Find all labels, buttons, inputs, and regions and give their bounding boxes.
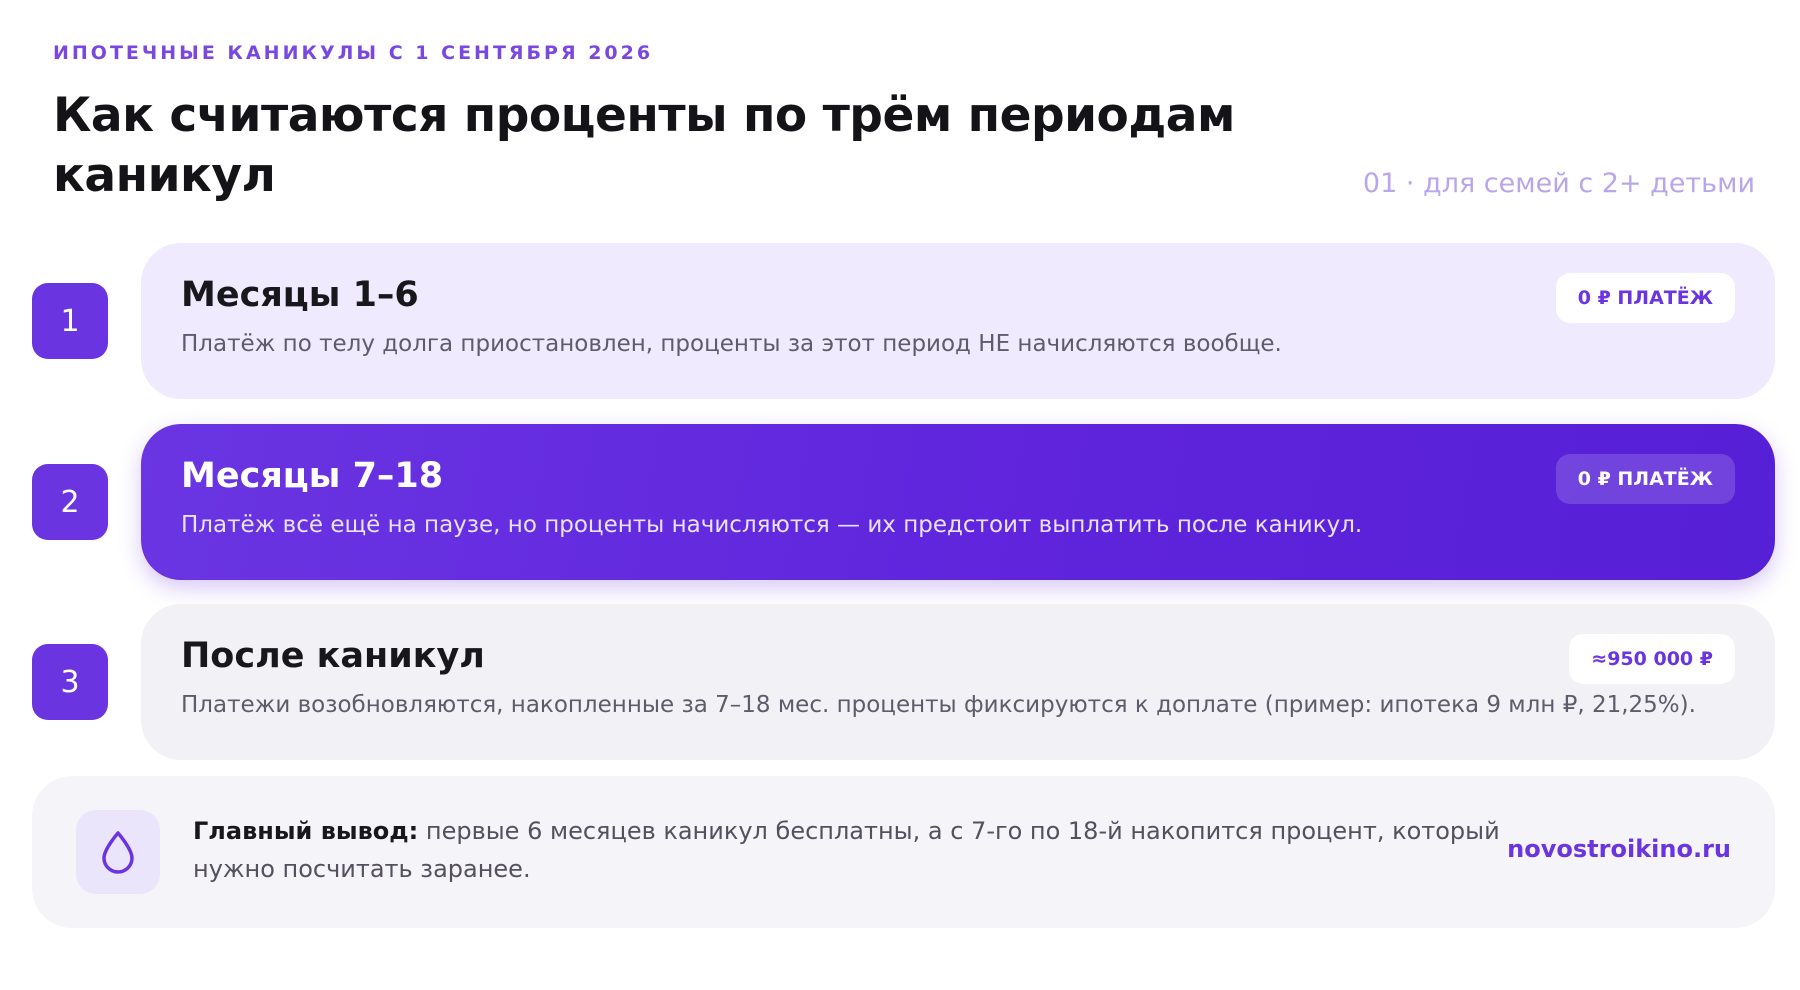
page-title: Как считаются проценты по трём периодам …: [53, 88, 1235, 203]
step-row-2: 2 Месяцы 7–18 Платёж всё ещё на паузе, н…: [32, 424, 1775, 580]
step-title: Месяцы 1–6: [181, 275, 419, 315]
drop-icon-svg: [102, 831, 134, 874]
eyebrow-label: ИПОТЕЧНЫЕ КАНИКУЛЫ С 1 СЕНТЯБРЯ 2026: [53, 42, 654, 64]
step-card-3: После каникул Платежи возобновляются, на…: [141, 604, 1775, 760]
drop-icon: [76, 810, 160, 894]
infographic-page: ИПОТЕЧНЫЕ КАНИКУЛЫ С 1 СЕНТЯБРЯ 2026 Как…: [0, 0, 1800, 990]
step-number-badge: 1: [32, 283, 108, 359]
step-number-badge: 2: [32, 464, 108, 540]
payment-badge: 0 ₽ ПЛАТЁЖ: [1555, 273, 1735, 323]
payment-badge: 0 ₽ ПЛАТЁЖ: [1555, 454, 1735, 504]
conclusion-text: Главный вывод: первые 6 месяцев каникул …: [193, 812, 1523, 888]
conclusion-label: Главный вывод:: [193, 817, 419, 845]
site-link[interactable]: novostroikino.ru: [1507, 835, 1731, 863]
step-card-2: Месяцы 7–18 Платёж всё ещё на паузе, но …: [141, 424, 1775, 580]
step-card-1: Месяцы 1–6 Платёж по телу долга приостан…: [141, 243, 1775, 399]
step-description: Платёж всё ещё на паузе, но проценты нач…: [181, 512, 1363, 538]
step-description: Платежи возобновляются, накопленные за 7…: [181, 692, 1696, 718]
step-number-badge: 3: [32, 644, 108, 720]
conclusion-panel: Главный вывод: первые 6 месяцев каникул …: [32, 776, 1775, 928]
step-title: После каникул: [181, 636, 485, 676]
step-row-3: 3 После каникул Платежи возобновляются, …: [32, 604, 1775, 760]
step-row-1: 1 Месяцы 1–6 Платёж по телу долга приост…: [32, 243, 1775, 399]
step-title: Месяцы 7–18: [181, 456, 444, 496]
amount-badge: ≈950 000 ₽: [1569, 634, 1735, 684]
page-subtitle: 01 · для семей с 2+ детьми: [1362, 168, 1755, 199]
step-description: Платёж по телу долга приостановлен, проц…: [181, 331, 1282, 357]
